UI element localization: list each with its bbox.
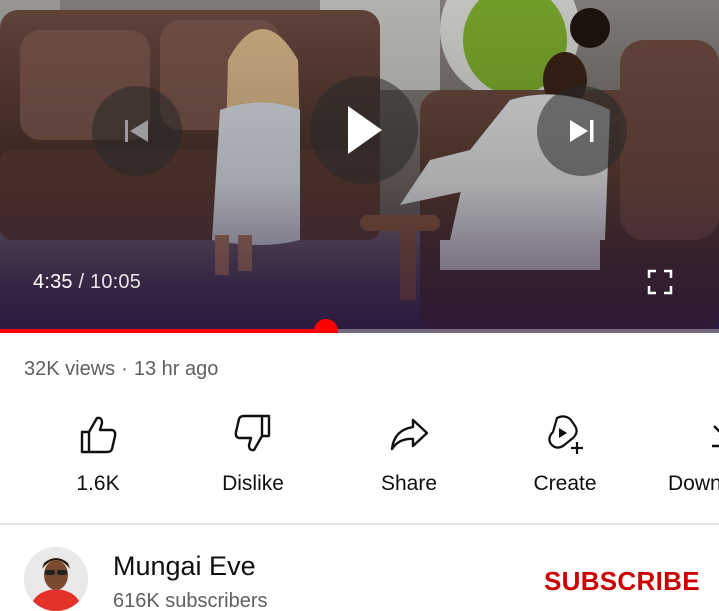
time-separator: / <box>78 271 85 293</box>
previous-button[interactable] <box>92 86 182 176</box>
play-icon <box>348 106 382 154</box>
action-row: 1.6K Dislike Share Create Down <box>0 412 719 512</box>
download-label: Down <box>668 472 719 495</box>
video-player[interactable]: 4:35 / 10:05 <box>0 0 719 333</box>
view-count: 32K views <box>24 358 116 380</box>
channel-name[interactable]: Mungai Eve <box>113 551 256 582</box>
dislike-button[interactable]: Dislike <box>178 412 328 512</box>
download-icon <box>712 425 719 448</box>
progress-played <box>0 329 326 333</box>
avatar-image <box>24 547 88 611</box>
section-divider <box>0 523 719 525</box>
subscriber-count: 616K subscribers <box>113 590 268 611</box>
subscribe-button[interactable]: SUBSCRIBE <box>544 566 700 597</box>
like-button[interactable]: 1.6K <box>23 412 173 512</box>
play-button[interactable] <box>310 76 418 184</box>
progress-bar[interactable] <box>0 319 719 333</box>
dislike-label: Dislike <box>222 472 284 495</box>
duration: 10:05 <box>90 271 142 293</box>
channel-avatar[interactable] <box>24 547 88 611</box>
fullscreen-icon <box>647 269 673 295</box>
download-button[interactable]: Down <box>668 412 719 512</box>
upload-age: 13 hr ago <box>133 358 219 380</box>
share-label: Share <box>380 472 438 495</box>
current-time: 4:35 <box>33 271 73 293</box>
share-arrow-icon <box>390 418 429 451</box>
thumbs-up-icon <box>80 416 117 454</box>
share-button[interactable]: Share <box>334 412 484 512</box>
create-button[interactable]: Create <box>490 412 640 512</box>
next-button[interactable] <box>537 86 627 176</box>
thumbs-down-icon <box>234 414 271 452</box>
create-plus-icon <box>548 415 583 454</box>
like-count: 1.6K <box>76 472 120 495</box>
video-meta: 32K views · 13 hr ago <box>24 358 218 381</box>
fullscreen-button[interactable] <box>646 268 674 296</box>
time-display: 4:35 / 10:05 <box>33 271 141 294</box>
create-label: Create <box>533 472 597 495</box>
next-icon <box>570 120 594 142</box>
previous-icon <box>125 120 148 142</box>
meta-dot: · <box>121 358 128 380</box>
